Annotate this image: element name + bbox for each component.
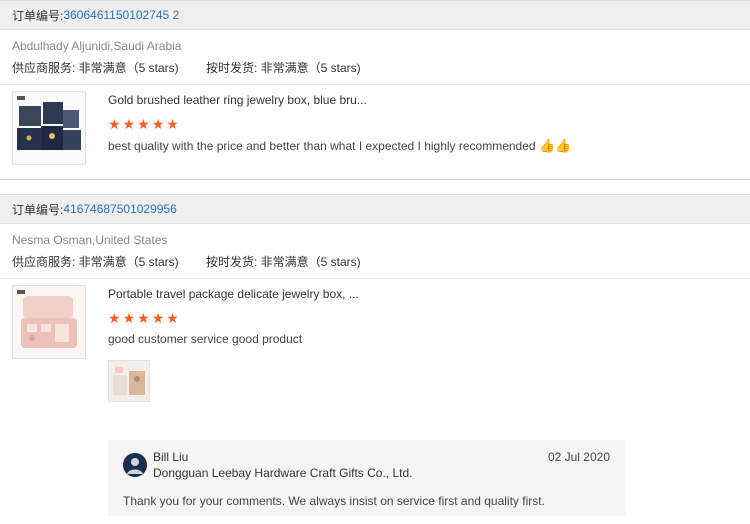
seller-reply: Bill Liu Dongguan Leebay Hardware Craft … [108,440,625,516]
thumbs-up-icon: 👍👍 [538,138,572,153]
reply-author: Bill Liu Dongguan Leebay Hardware Craft … [153,450,412,480]
order-number-link[interactable]: 41674687501029956 [63,202,176,216]
delivery-rating: 按时发货: 非常满意（5 stars) [206,61,361,75]
star-icon: ★ [137,310,150,326]
star-rating: ★ ★ ★ ★ ★ [108,117,571,131]
star-icon: ★ [151,310,165,326]
star-icon: ★ [122,116,136,132]
product-title[interactable]: Portable travel package delicate jewelry… [108,287,359,301]
product-title[interactable]: Gold brushed leather ring jewelry box, b… [108,93,571,107]
buyer-name: Nesma Osman,United States [12,233,168,247]
star-icon: ★ [166,116,179,132]
order-1: 订单编号: 3606461150102745 2 Abdulhady Aljun… [0,0,750,180]
order-number-label: 订单编号: [12,8,64,23]
avatar [123,453,147,477]
buyer-info: Nesma Osman,United States 供应商服务: 非常满意（5 … [0,224,750,270]
ratings-row: 供应商服务: 非常满意（5 stars) 按时发货: 非常满意（5 stars) [12,60,738,76]
reply-author-name: Bill Liu [153,450,189,464]
order-2: 订单编号: 41674687501029956 Nesma Osman,Unit… [0,194,750,402]
review-text: best quality with the price and better t… [108,139,536,153]
review-detail: Portable travel package delicate jewelry… [108,285,359,402]
star-icon: ★ [166,310,179,326]
star-icon: ★ [122,310,136,326]
product-thumbnail[interactable] [12,91,86,165]
supplier-service-rating: 供应商服务: 非常满意（5 stars) [12,255,179,269]
review-item: Portable travel package delicate jewelry… [0,279,750,402]
order-number-label: 订单编号: [12,202,64,217]
star-rating: ★ ★ ★ ★ ★ [108,311,359,325]
product-thumbnail[interactable] [12,285,86,359]
review-photo-image [109,361,149,401]
review-photo[interactable] [108,360,150,402]
order-number-link[interactable]: 3606461150102745 2 [63,8,179,22]
review-text: good customer service good product [108,332,303,346]
order-header: 订单编号: 3606461150102745 2 [0,0,750,30]
reply-company: Dongguan Leebay Hardware Craft Gifts Co.… [153,466,413,480]
delivery-rating: 按时发货: 非常满意（5 stars) [206,255,361,269]
supplier-service-rating: 供应商服务: 非常满意（5 stars) [12,61,179,75]
reply-date: 02 Jul 2020 [547,450,610,464]
star-icon: ★ [108,310,121,326]
buyer-name: Abdulhady Aljunidi,Saudi Arabia [12,39,182,53]
order-header: 订单编号: 41674687501029956 [0,194,750,224]
star-icon: ★ [108,116,121,132]
review-detail: Gold brushed leather ring jewelry box, b… [108,91,571,165]
ring-box-image [13,92,85,164]
ratings-row: 供应商服务: 非常满意（5 stars) 按时发货: 非常满意（5 stars) [12,254,738,270]
reply-header: Bill Liu Dongguan Leebay Hardware Craft … [123,450,610,480]
star-icon: ★ [151,116,165,132]
avatar-icon [123,453,147,477]
buyer-info: Abdulhady Aljunidi,Saudi Arabia 供应商服务: 非… [0,30,750,76]
review-text-row: best quality with the price and better t… [108,138,571,154]
star-icon: ★ [137,116,150,132]
review-item: Gold brushed leather ring jewelry box, b… [0,85,750,165]
order-separator [0,165,750,180]
reply-text: Thank you for your comments. We always i… [123,494,545,508]
travel-box-image [13,286,85,358]
